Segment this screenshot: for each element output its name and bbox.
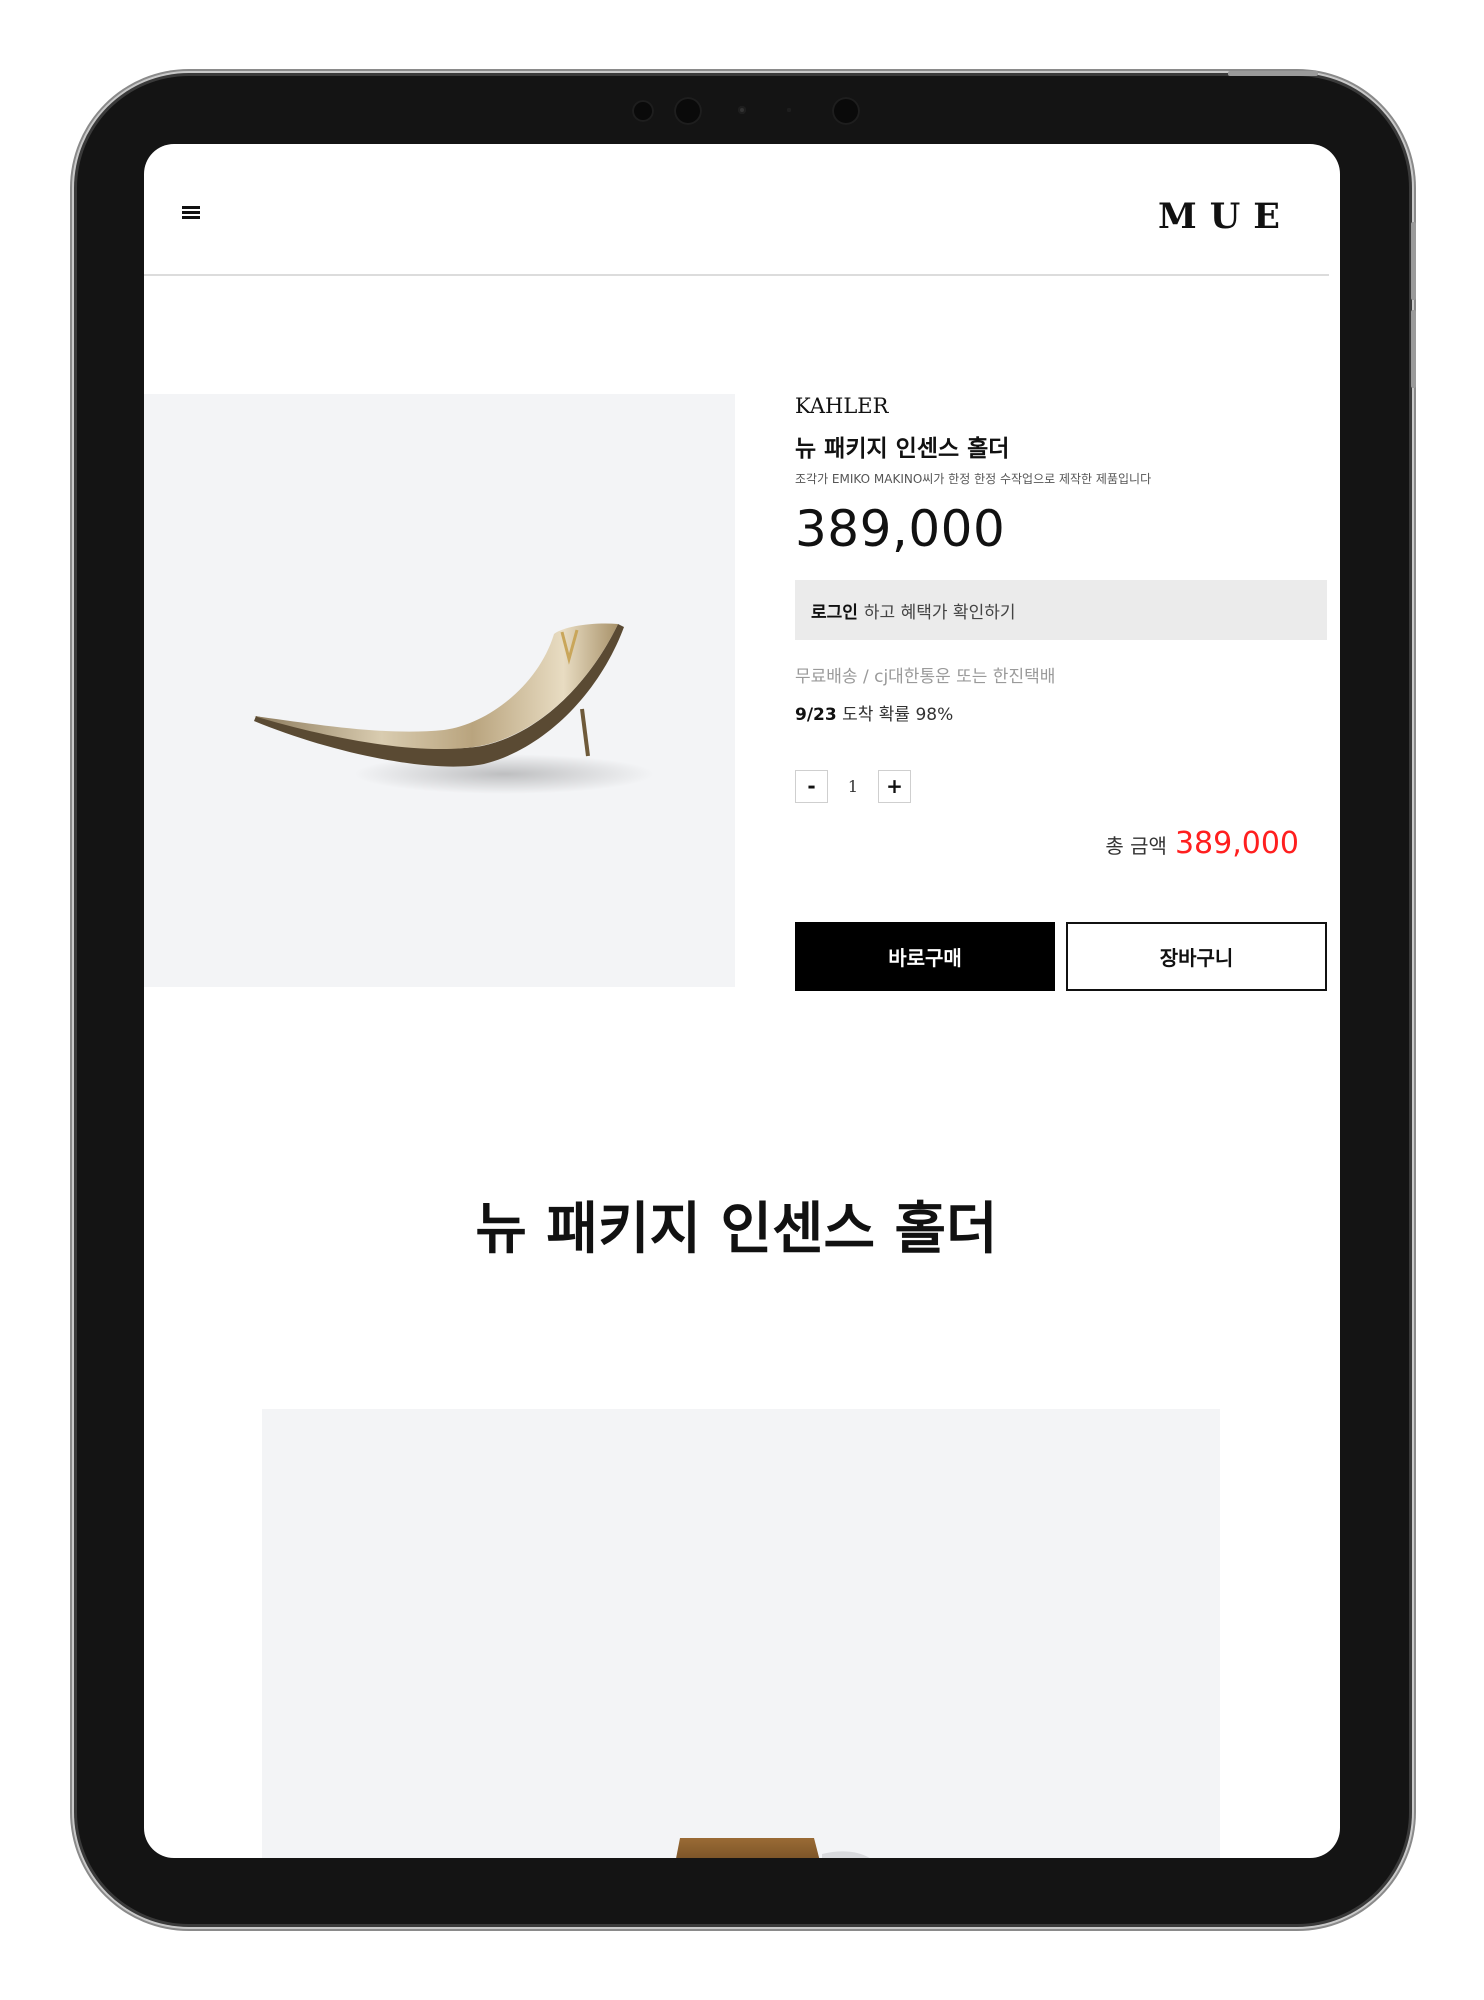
volume-up-button: [1411, 222, 1416, 300]
delivery-eta: 9/23 도착 확률 98%: [795, 700, 953, 725]
quantity-increase-button[interactable]: +: [878, 769, 911, 803]
login-link[interactable]: 로그인: [811, 598, 858, 623]
hamburger-menu-icon[interactable]: [182, 206, 200, 219]
detail-product-illustration: [676, 1838, 870, 1858]
total-price: 총 금액 389,000: [1105, 826, 1299, 861]
add-to-cart-button[interactable]: 장바구니: [1066, 922, 1327, 991]
quantity-value[interactable]: 1: [828, 777, 878, 796]
buy-now-button[interactable]: 바로구매: [795, 922, 1055, 991]
sensor-icon: [787, 108, 791, 112]
detail-image: [262, 1409, 1220, 1858]
camera-bar: [620, 95, 870, 125]
sensor-icon: [632, 100, 654, 122]
incense-holder-illustration: [254, 623, 654, 794]
eta-text: 도착 확률 98%: [842, 705, 954, 725]
screen: MUE KAHLER 뉴 패키지 인센스 홀더 조각가 EMIKO MAKINO…: [144, 144, 1340, 1858]
total-amount: 389,000: [1174, 826, 1299, 861]
product-name: 뉴 패키지 인센스 홀더: [795, 436, 1010, 462]
shipping-info: 무료배송 / cj대한통운 또는 한진택배: [795, 667, 1056, 687]
detail-section-title: 뉴 패키지 인센스 홀더: [475, 1197, 998, 1262]
site-logo[interactable]: MUE: [1158, 196, 1293, 237]
total-label: 총 금액: [1105, 834, 1167, 858]
quantity-decrease-button[interactable]: -: [795, 769, 828, 803]
login-benefit-banner[interactable]: 로그인 하고 혜택가 확인하기: [795, 580, 1327, 640]
top-button: [1228, 71, 1318, 76]
volume-down-button: [1411, 310, 1416, 388]
product-image: [144, 394, 735, 987]
camera-icon: [674, 97, 702, 125]
product-price: 389,000: [795, 500, 1006, 558]
site-header: MUE: [144, 144, 1329, 276]
login-benefit-text: 하고 혜택가 확인하기: [863, 602, 1016, 623]
product-description: 조각가 EMIKO MAKINO씨가 한정 한정 수작업으로 제작한 제품입니다: [795, 472, 1152, 486]
brand-name[interactable]: KAHLER: [795, 394, 888, 418]
sensor-icon: [832, 97, 860, 125]
eta-date: 9/23: [795, 705, 837, 725]
quantity-stepper: - 1 +: [795, 769, 911, 803]
sensor-icon: [738, 106, 746, 114]
